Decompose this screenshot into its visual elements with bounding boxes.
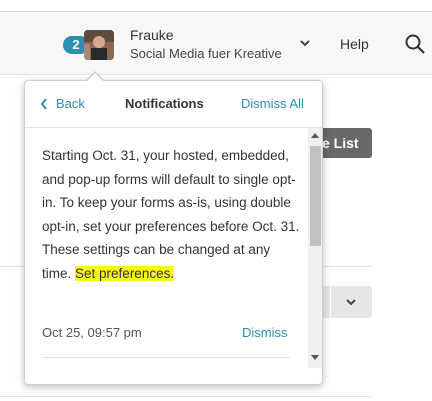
scroll-down-arrow-icon[interactable]	[311, 355, 319, 360]
notification-message: Starting Oct. 31, your hosted, embedded,…	[42, 144, 302, 285]
popover-title: Notifications	[125, 96, 204, 111]
divider	[42, 357, 290, 358]
popover-caret-inner	[87, 73, 103, 81]
divider	[0, 396, 372, 397]
window-top-edge	[0, 0, 432, 12]
divider	[330, 286, 331, 318]
notification-text: Starting Oct. 31, your hosted, embedded,…	[42, 148, 300, 281]
set-preferences-link[interactable]: Set preferences.	[75, 265, 175, 281]
scroll-up-arrow-icon[interactable]	[311, 133, 319, 138]
account-name[interactable]: Frauke	[130, 27, 174, 43]
dismiss-all-button[interactable]: Dismiss All	[241, 96, 304, 111]
account-organization[interactable]: Social Media fuer Kreative	[130, 46, 282, 61]
scrollbar-thumb[interactable]	[310, 146, 321, 246]
chevron-down-icon[interactable]	[344, 295, 358, 309]
back-button[interactable]: Back	[40, 96, 85, 111]
dismiss-button[interactable]: Dismiss	[242, 325, 288, 340]
divider	[25, 127, 322, 128]
chevron-down-icon[interactable]	[298, 36, 312, 50]
chevron-left-icon	[40, 97, 47, 110]
help-link[interactable]: Help	[340, 36, 369, 52]
avatar[interactable]	[84, 30, 114, 60]
search-icon[interactable]	[404, 33, 426, 55]
back-label: Back	[56, 96, 85, 111]
notification-timestamp: Oct 25, 09:57 pm	[42, 325, 142, 340]
